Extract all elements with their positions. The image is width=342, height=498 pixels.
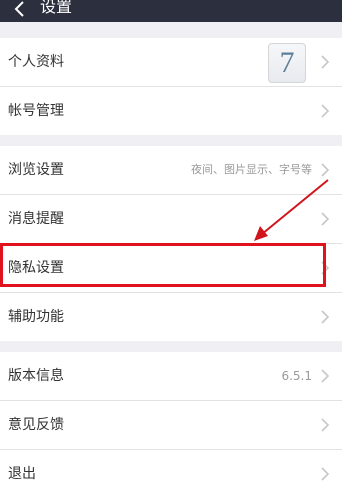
chevron-right-icon — [321, 212, 330, 226]
highlight-box — [0, 243, 326, 287]
logout-label: 退出 — [8, 466, 36, 482]
feedback-row[interactable]: 意见反馈 — [0, 401, 342, 450]
account-management-row[interactable]: 帐号管理 — [0, 87, 342, 135]
chevron-right-icon — [321, 104, 330, 118]
chevron-right-icon — [321, 369, 330, 383]
version-info-row[interactable]: 版本信息 6.5.1 — [0, 352, 342, 401]
chevron-right-icon — [321, 310, 330, 324]
avatar-text: 7 — [279, 46, 295, 79]
browse-settings-label: 浏览设置 — [8, 162, 64, 178]
title-bar: 设置 — [0, 0, 342, 22]
logout-row[interactable]: 退出 — [0, 450, 342, 498]
chevron-right-icon — [321, 467, 330, 481]
browse-settings-value: 夜间、图片显示、字号等 — [191, 163, 312, 176]
message-reminder-row[interactable]: 消息提醒 — [0, 195, 342, 244]
chevron-right-icon — [321, 55, 330, 69]
profile-row[interactable]: 个人资料 7 — [0, 38, 342, 87]
page-title: 设置 — [40, 0, 73, 16]
profile-label: 个人资料 — [8, 54, 64, 70]
back-arrow-icon[interactable] — [12, 0, 30, 18]
message-reminder-label: 消息提醒 — [8, 211, 64, 227]
accessibility-row[interactable]: 辅助功能 — [0, 293, 342, 341]
version-value: 6.5.1 — [281, 369, 312, 383]
feedback-label: 意见反馈 — [8, 417, 64, 433]
account-management-label: 帐号管理 — [8, 103, 64, 119]
avatar: 7 — [268, 43, 306, 83]
account-group: 个人资料 7 帐号管理 — [0, 38, 342, 135]
version-info-label: 版本信息 — [8, 368, 64, 384]
accessibility-label: 辅助功能 — [8, 309, 64, 325]
browse-settings-row[interactable]: 浏览设置 夜间、图片显示、字号等 — [0, 146, 342, 195]
chevron-right-icon — [321, 418, 330, 432]
chevron-right-icon — [321, 163, 330, 177]
about-group: 版本信息 6.5.1 意见反馈 退出 — [0, 352, 342, 498]
